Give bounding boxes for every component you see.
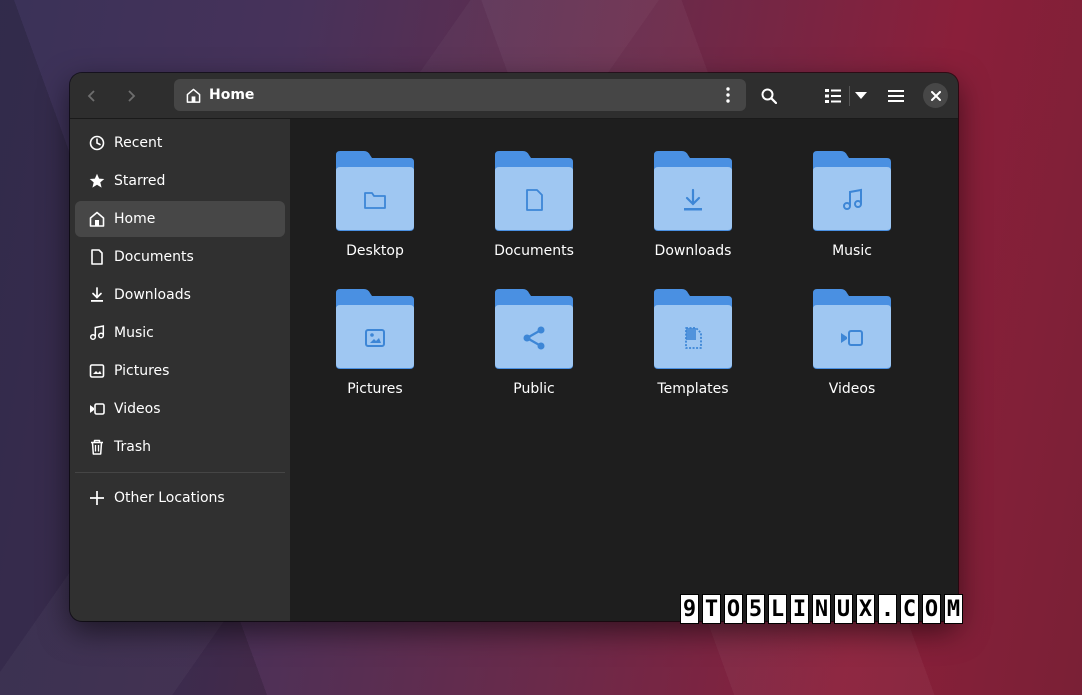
sidebar-item-label: Videos xyxy=(114,401,161,417)
sidebar-item-starred[interactable]: Starred xyxy=(75,163,285,199)
watermark-letter: O xyxy=(922,594,941,624)
home-icon xyxy=(89,211,105,227)
home-icon xyxy=(186,88,201,103)
picture-icon xyxy=(89,363,105,379)
sidebar-item-downloads[interactable]: Downloads xyxy=(75,277,285,313)
sidebar-item-other-locations[interactable]: Other Locations xyxy=(75,480,285,516)
watermark-letter: M xyxy=(944,594,963,624)
watermark-letter: O xyxy=(724,594,743,624)
watermark-letter: 9 xyxy=(680,594,699,624)
folder-name: Pictures xyxy=(347,381,403,397)
sidebar-item-documents[interactable]: Documents xyxy=(75,239,285,275)
plus-icon xyxy=(89,490,105,506)
folder-icon xyxy=(654,289,732,369)
view-button[interactable] xyxy=(818,81,848,111)
path-label: Home xyxy=(209,87,255,103)
star-icon xyxy=(89,173,105,189)
triangle-down-icon xyxy=(855,92,867,99)
sidebar-list: Recent Starred Home Documents Downloads Music… xyxy=(70,123,290,518)
sidebar-item-label: Home xyxy=(114,211,156,227)
sidebar-item-home[interactable]: Home xyxy=(75,201,285,237)
view-options-button[interactable] xyxy=(851,81,871,111)
vertical-dots-icon xyxy=(726,87,730,103)
watermark-letter: L xyxy=(768,594,787,624)
folder-name: Public xyxy=(513,381,555,397)
folder-icon xyxy=(813,289,891,369)
trash-icon xyxy=(89,439,105,455)
sidebar-item-music[interactable]: Music xyxy=(75,315,285,351)
sidebar-item-label: Downloads xyxy=(114,287,191,303)
hamburger-icon xyxy=(888,90,904,102)
forward-button[interactable] xyxy=(114,81,148,111)
folder-icon xyxy=(654,151,732,231)
main-menu-button[interactable] xyxy=(881,81,911,111)
sidebar-item-trash[interactable]: Trash xyxy=(75,429,285,465)
search-icon xyxy=(761,88,777,104)
sidebar-item-videos[interactable]: Videos xyxy=(75,391,285,427)
sidebar: Recent Starred Home Documents Downloads Music… xyxy=(70,73,290,621)
folder-icon xyxy=(336,151,414,231)
file-manager-window: Recent Starred Home Documents Downloads Music… xyxy=(70,73,958,621)
sidebar-item-label: Starred xyxy=(114,173,166,189)
folder-tile-videos[interactable]: Videos xyxy=(802,289,902,419)
watermark-letter: T xyxy=(702,594,721,624)
watermark-letter: U xyxy=(834,594,853,624)
folder-tile-music[interactable]: Music xyxy=(802,151,902,281)
folder-name: Templates xyxy=(657,381,729,397)
folder-name: Documents xyxy=(494,243,574,259)
header-bar: Home xyxy=(70,73,958,119)
folder-tile-documents[interactable]: Documents xyxy=(484,151,584,281)
content-area: Desktop Documents Downloads Music Pictures Pu… xyxy=(290,119,958,621)
watermark: 9TO5LINUX.COM xyxy=(680,594,963,624)
path-bar[interactable]: Home xyxy=(174,79,746,111)
go-back-icon xyxy=(87,90,95,102)
sidebar-item-label: Pictures xyxy=(114,363,170,379)
watermark-letter: X xyxy=(856,594,875,624)
music-icon xyxy=(89,325,105,341)
folder-tile-downloads[interactable]: Downloads xyxy=(643,151,743,281)
folder-name: Downloads xyxy=(654,243,732,259)
folder-icon xyxy=(495,289,573,369)
list-view-icon xyxy=(825,89,841,103)
folder-tile-public[interactable]: Public xyxy=(484,289,584,419)
go-forward-icon xyxy=(128,90,136,102)
sidebar-separator xyxy=(75,472,285,473)
close-icon xyxy=(930,90,941,101)
folder-name: Videos xyxy=(828,381,876,397)
clock-icon xyxy=(89,135,105,151)
close-button[interactable] xyxy=(923,83,948,108)
watermark-letter: I xyxy=(790,594,809,624)
folder-icon xyxy=(495,151,573,231)
watermark-letter: N xyxy=(812,594,831,624)
watermark-letter: 5 xyxy=(746,594,765,624)
sidebar-item-label: Recent xyxy=(114,135,163,151)
sidebar-item-pictures[interactable]: Pictures xyxy=(75,353,285,389)
back-button[interactable] xyxy=(75,81,109,111)
sidebar-item-label: Other Locations xyxy=(114,490,225,506)
folder-tile-pictures[interactable]: Pictures xyxy=(325,289,425,419)
download-icon xyxy=(89,287,105,303)
sidebar-item-label: Documents xyxy=(114,249,194,265)
folder-name: Music xyxy=(832,243,872,259)
watermark-letter: . xyxy=(878,594,897,624)
sidebar-item-recent[interactable]: Recent xyxy=(75,125,285,161)
folder-icon xyxy=(336,289,414,369)
video-icon xyxy=(89,401,105,417)
folder-tile-templates[interactable]: Templates xyxy=(643,289,743,419)
sidebar-item-label: Music xyxy=(114,325,154,341)
folder-icon xyxy=(813,151,891,231)
document-icon xyxy=(89,249,105,265)
watermark-letter: C xyxy=(900,594,919,624)
sidebar-item-label: Trash xyxy=(114,439,151,455)
search-button[interactable] xyxy=(754,81,784,111)
view-separator xyxy=(849,86,850,106)
folder-name: Desktop xyxy=(346,243,404,259)
path-menu-button[interactable] xyxy=(718,83,738,107)
folder-tile-desktop[interactable]: Desktop xyxy=(325,151,425,281)
